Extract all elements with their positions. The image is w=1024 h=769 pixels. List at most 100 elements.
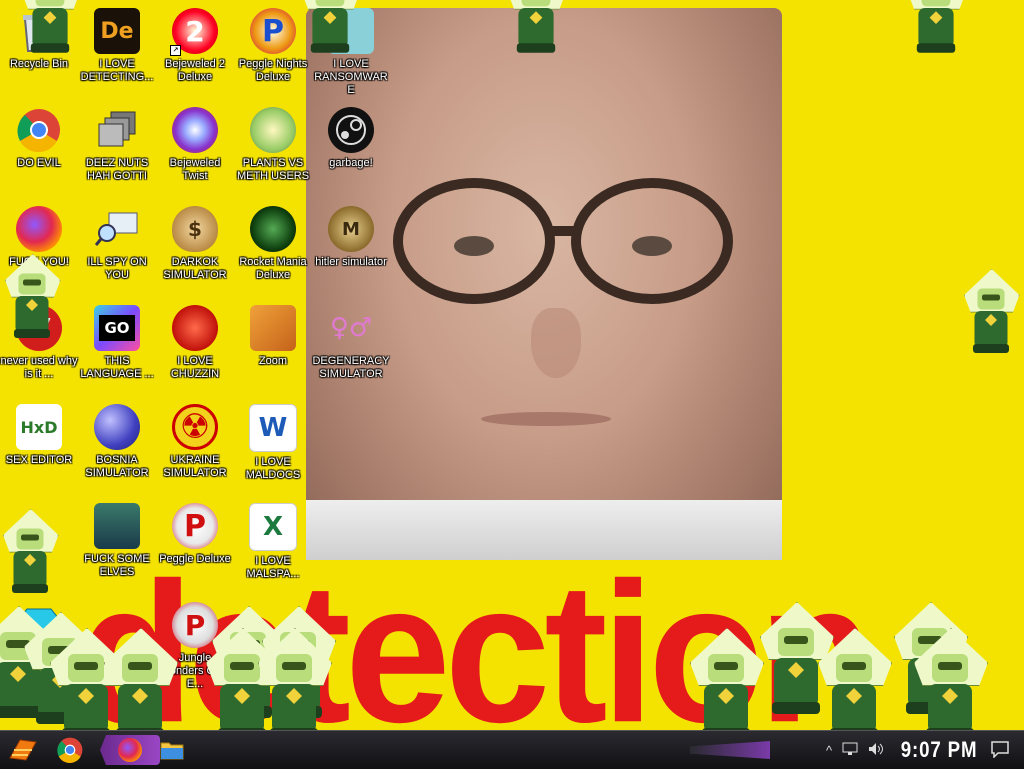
taskbar-file-explorer-button[interactable] [152, 735, 192, 765]
rocket-mania-icon [250, 206, 296, 252]
icon-label: FUCK SOME ELVES [84, 553, 150, 578]
peggle-deluxe-icon: P [172, 503, 218, 549]
peridot-sprite[interactable] [301, 0, 361, 53]
peridot-sprite[interactable] [907, 0, 967, 53]
desktop-icon-rocket-mania[interactable]: Rocket Mania Deluxe [234, 206, 312, 282]
peridot-sprite[interactable] [104, 628, 178, 740]
desktop-icon-darkok[interactable]: $ DARKOK SIMULATOR [156, 206, 234, 282]
shortcut-arrow-icon: ↗ [170, 45, 181, 56]
desktop-icon-maldocs[interactable]: W I LOVE MALDOCS [234, 404, 312, 482]
taskbar: ^ 9:07 PM [0, 730, 1024, 769]
desktop-icon-elves[interactable]: FUCK SOME ELVES [78, 503, 156, 579]
icon-label: DEGENERACY SIMULATOR [312, 355, 390, 380]
desktop-icon-bosnia[interactable]: BOSNIA SIMULATOR [78, 404, 156, 480]
peridot-sprite[interactable] [507, 0, 567, 53]
peggle-nights-icon: P [250, 8, 296, 54]
bejeweled-2-icon: 2 ↗ [170, 8, 218, 56]
desktop-icon-ukraine[interactable]: ☢ UKRAINE SIMULATOR [156, 404, 234, 480]
zoom-icon [250, 305, 296, 351]
icon-label: Bejeweled 2 Deluxe [165, 58, 225, 83]
icon-label: Bejeweled Twist [169, 157, 221, 182]
icon-label: I LOVE DETECTING... [80, 58, 154, 83]
desktop-icon-detecting[interactable]: De I LOVE DETECTING... [78, 8, 156, 84]
volume-icon[interactable] [868, 742, 884, 759]
money-bag-icon: $ [172, 206, 218, 252]
icon-label: hitler simulator [315, 256, 387, 268]
icon-label: ILL SPY ON YOU [87, 256, 147, 281]
photo-glasses [392, 176, 734, 306]
degeneracy-icon: ♀♂ [329, 313, 373, 343]
peridot-sprite[interactable] [5, 254, 61, 338]
network-icon[interactable] [842, 742, 858, 759]
desktop-icon-hitler-simulator[interactable]: M hitler simulator [312, 206, 390, 269]
chrome-icon [57, 737, 83, 763]
photo-mouth [481, 412, 611, 426]
desktop-icon-garbage[interactable]: garbage! [312, 107, 390, 170]
taskbar-chrome-button[interactable] [50, 735, 90, 765]
icon-label: Rocket Mania Deluxe [239, 256, 307, 281]
icon-label: UKRAINE SIMULATOR [163, 454, 227, 479]
desktop-icon-degeneracy[interactable]: ♀♂ DEGENERACY SIMULATOR [312, 305, 390, 381]
peridot-sprite[interactable] [21, 0, 81, 53]
desktop-icon-go-language[interactable]: GO THIS LANGUAGE ... [78, 305, 156, 381]
peridot-sprite[interactable] [964, 269, 1020, 353]
desktop-icon-do-evil[interactable]: DO EVIL [0, 107, 78, 170]
desktop-icon-bejeweled-2[interactable]: 2 ↗ Bejeweled 2 Deluxe [156, 8, 234, 84]
icon-label: never used why is it ... [0, 355, 78, 380]
tray-chevron-icon[interactable]: ^ [826, 743, 832, 758]
bejeweled-twist-icon [172, 107, 218, 153]
desktop-icon-zoom[interactable]: Zoom [234, 305, 312, 368]
tray-decoration [690, 741, 770, 759]
chrome-icon [16, 107, 62, 153]
system-tray: ^ 9:07 PM [826, 731, 984, 769]
firefox-icon [16, 206, 62, 252]
desktop-icon-malspam[interactable]: X I LOVE MALSPA... [234, 503, 312, 581]
mine-icon [94, 404, 140, 450]
windows-stack-icon [94, 107, 140, 153]
desktop-icon-bejeweled-twist[interactable]: Bejeweled Twist [156, 107, 234, 183]
desktop-icon-spy[interactable]: ILL SPY ON YOU [78, 206, 156, 282]
icon-label: PLANTS VS METH USERS [236, 157, 310, 182]
desktop-icon-deez-nuts[interactable]: DEEZ NUTS HAH GOTTI [78, 107, 156, 183]
bejeweled-2-glyph: 2 [185, 14, 205, 48]
de-app-icon: De [94, 8, 140, 54]
icon-label: SEX EDITOR [5, 454, 73, 466]
icon-label: DEEZ NUTS HAH GOTTI [85, 157, 149, 182]
icon-label: garbage! [329, 157, 373, 169]
desktop-icon-hxd[interactable]: HxD SEX EDITOR [0, 404, 78, 467]
icon-label: I LOVE MALDOCS [245, 456, 301, 481]
chuzzle-icon [172, 305, 218, 351]
clock[interactable]: 9:07 PM [901, 737, 978, 763]
hxd-icon: HxD [16, 404, 62, 450]
firefox-icon [118, 738, 142, 762]
peridot-sprite[interactable] [3, 509, 59, 593]
start-icon [9, 739, 37, 761]
radiation-icon: ☢ [172, 404, 218, 450]
plants-vs-zombies-icon [250, 107, 296, 153]
peridot-sprite[interactable] [690, 628, 764, 740]
icon-label: Recycle Bin [9, 58, 69, 70]
icon-label: DARKOK SIMULATOR [163, 256, 227, 281]
peridot-sprite[interactable] [914, 628, 988, 740]
goland-glyph: GO [99, 315, 135, 341]
icon-label: Peggle Deluxe [159, 553, 231, 565]
folder-icon [160, 742, 184, 760]
desktop-icon-chuzzin[interactable]: I LOVE CHUZZIN [156, 305, 234, 381]
word-icon: W [249, 404, 297, 452]
notification-icon[interactable] [990, 740, 1010, 759]
icon-label: I LOVE CHUZZIN [170, 355, 220, 380]
start-button[interactable] [6, 735, 40, 765]
icon-label: I LOVE RANSOMWARE [314, 58, 388, 96]
desktop-icon-plants-vs[interactable]: PLANTS VS METH USERS [234, 107, 312, 183]
peridot-sprite[interactable] [818, 628, 892, 740]
peridot-sprite[interactable] [258, 628, 332, 740]
desktop-icon-peggle-deluxe[interactable]: P Peggle Deluxe [156, 503, 234, 566]
coin-icon: M [328, 206, 374, 252]
photo-nose [531, 308, 581, 378]
taskbar-firefox-button[interactable] [100, 735, 160, 765]
icon-label: BOSNIA SIMULATOR [85, 454, 149, 479]
goland-icon: GO [94, 305, 140, 351]
icon-label: Zoom [258, 355, 288, 367]
icon-label: Peggle Nights Deluxe [238, 58, 308, 83]
steam-icon [328, 107, 374, 153]
